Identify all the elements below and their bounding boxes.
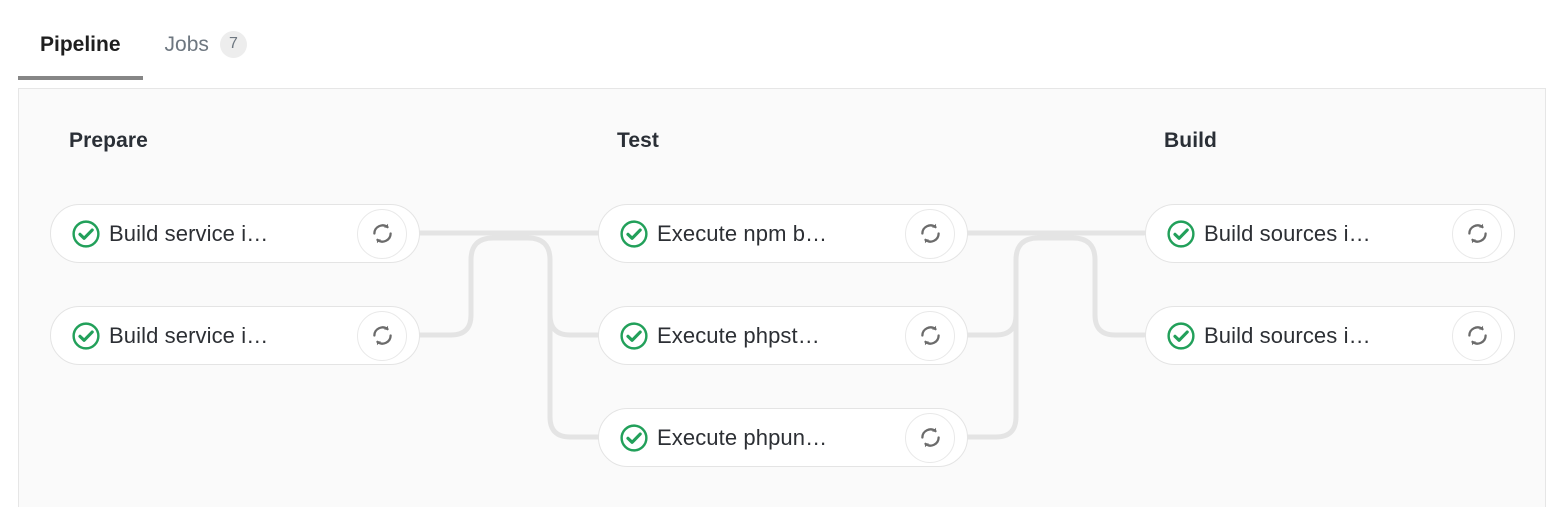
check-circle-icon [620,219,648,248]
retry-icon [920,223,940,244]
retry-button[interactable] [905,412,955,463]
retry-button[interactable] [1452,208,1502,259]
connector-trunk-test3 [547,312,602,440]
check-circle-icon [620,423,648,452]
check-circle-icon [72,321,100,350]
check-circle-icon [72,219,100,248]
tab-jobs-label: Jobs [164,32,209,56]
retry-button[interactable] [357,208,407,259]
retry-button[interactable] [905,310,955,361]
tab-jobs-count-badge: 7 [219,30,247,58]
retry-icon [372,223,392,244]
job-node-label: Build service i… [109,322,269,348]
retry-button[interactable] [357,310,407,361]
stage-title-test: Test [617,129,660,152]
check-circle-icon [1167,321,1195,350]
check-circle-icon [1167,219,1195,248]
retry-icon [920,427,940,448]
job-node-label: Build service i… [109,220,269,246]
stage-title-prepare: Prepare [69,129,148,152]
job-node-build-2[interactable]: Build sources i… [1145,306,1515,365]
tab-bar: Pipeline Jobs 7 [0,0,1546,88]
stage-title-build: Build [1164,129,1217,152]
retry-icon [372,325,392,346]
pipeline-panel: Prepare Build service i… Build service i… [18,88,1546,507]
job-node-build-1[interactable]: Build sources i… [1145,204,1515,263]
retry-button[interactable] [905,208,955,259]
job-node-test-2[interactable]: Execute phpst… [598,306,968,365]
pipeline-graph: Prepare Build service i… Build service i… [19,89,1545,507]
connector-test2-build2 [962,235,1147,338]
tab-pipeline-label: Pipeline [40,32,121,56]
retry-button[interactable] [1452,310,1502,361]
connector-prepare2-test2 [417,235,602,338]
check-circle-icon [620,321,648,350]
job-node-prepare-2[interactable]: Build service i… [50,306,420,365]
connector-test3-trunk [962,312,1019,440]
tab-jobs[interactable]: Jobs 7 [143,0,269,88]
retry-icon [920,325,940,346]
retry-icon [1467,325,1487,346]
tab-pipeline[interactable]: Pipeline [18,0,143,88]
job-node-label: Execute phpst… [657,322,820,348]
job-node-test-1[interactable]: Execute npm b… [598,204,968,263]
tab-list: Pipeline Jobs 7 [18,0,269,88]
job-node-label: Execute phpun… [657,424,828,450]
job-node-prepare-1[interactable]: Build service i… [50,204,420,263]
retry-icon [1467,223,1487,244]
job-node-label: Build sources i… [1204,322,1371,348]
job-node-test-3[interactable]: Execute phpun… [598,408,968,467]
job-node-label: Build sources i… [1204,220,1371,246]
job-node-label: Execute npm b… [657,220,828,246]
